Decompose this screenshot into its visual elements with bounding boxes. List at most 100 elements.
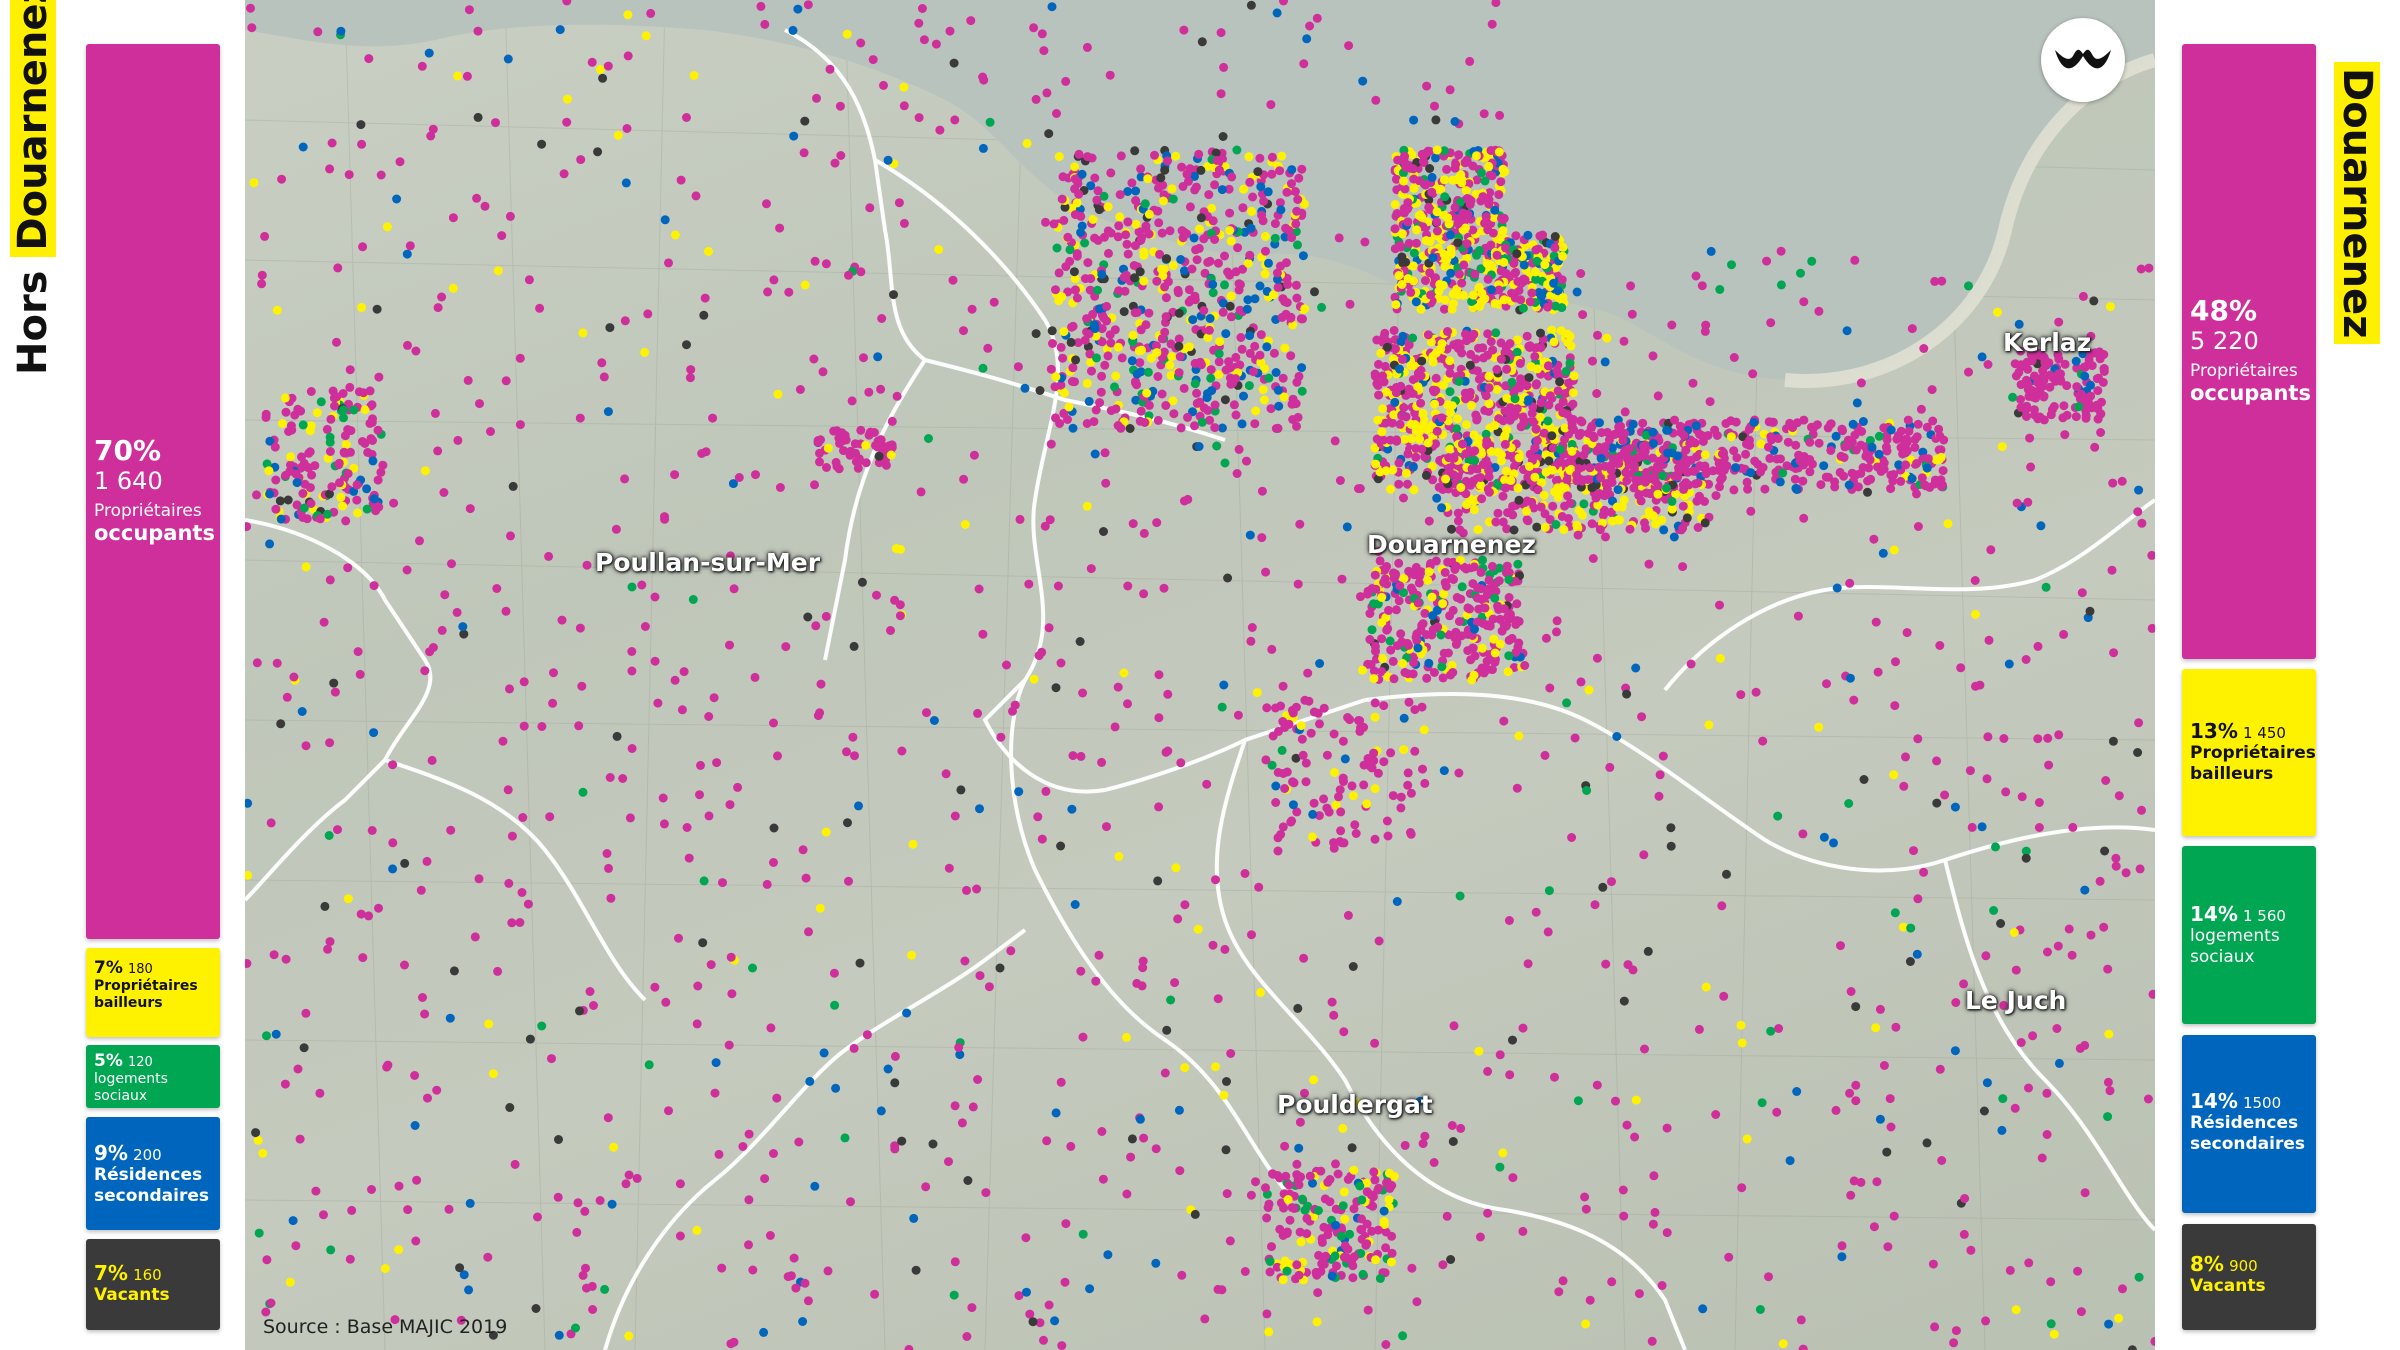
housing-dot: [1983, 732, 1993, 742]
housing-dot: [1037, 834, 1047, 844]
label: logements: [2190, 926, 2280, 946]
housing-dot: [1906, 923, 1916, 933]
housing-dot: [811, 621, 821, 631]
housing-dot: [879, 80, 888, 90]
housing-dot: [1657, 1281, 1667, 1290]
housing-dot: [336, 492, 346, 502]
housing-dot: [1044, 1300, 1054, 1310]
housing-dot: [935, 125, 945, 135]
housing-dot: [1082, 501, 1092, 511]
housing-dot: [1438, 1260, 1448, 1270]
housing-dot: [822, 463, 831, 472]
housing-dot: [836, 151, 846, 160]
housing-dot: [1592, 653, 1602, 663]
housing-dot: [330, 401, 339, 411]
housing-dot: [1256, 330, 1266, 340]
housing-dot: [1991, 842, 2000, 852]
housing-dot: [801, 873, 811, 883]
housing-dot: [1447, 1121, 1457, 1130]
housing-dot: [810, 480, 819, 490]
housing-dot: [2092, 374, 2102, 384]
housing-dot: [1488, 345, 1498, 355]
housing-dot: [1492, 365, 1502, 374]
housing-dot: [1457, 348, 1467, 358]
housing-dot: [453, 71, 463, 81]
housing-dot: [1630, 1132, 1640, 1142]
housing-dot: [299, 1043, 309, 1053]
housing-dot: [1277, 151, 1287, 161]
housing-dot: [1885, 1094, 1895, 1104]
housing-dot: [1502, 364, 1512, 374]
housing-dot: [1272, 8, 1282, 18]
housing-dot: [470, 932, 480, 942]
housing-dot: [1072, 198, 1082, 208]
housing-dot: [420, 666, 430, 676]
housing-dot: [1160, 327, 1170, 337]
housing-dot: [1338, 736, 1348, 746]
housing-dot: [1413, 598, 1423, 608]
housing-dot: [1450, 203, 1460, 213]
housing-dot: [1317, 1234, 1327, 1244]
housing-dot: [1160, 1068, 1170, 1078]
right-panel-title: Douarnenez: [2334, 62, 2380, 345]
housing-dot: [600, 1284, 610, 1294]
housing-dot: [1329, 729, 1339, 739]
housing-dot: [432, 1085, 442, 1095]
housing-dot: [1836, 941, 1845, 951]
housing-dot: [1716, 475, 1726, 485]
housing-dot: [1245, 250, 1255, 260]
housing-dot: [1875, 1004, 1885, 1014]
housing-dot: [1224, 363, 1234, 373]
housing-dot: [587, 57, 597, 67]
housing-dot: [582, 560, 592, 570]
housing-dot: [679, 667, 689, 677]
housing-dot: [325, 575, 335, 585]
housing-dot: [773, 751, 782, 761]
housing-dot: [1194, 149, 1204, 159]
housing-dot: [1420, 608, 1430, 618]
housing-dot: [306, 387, 316, 396]
housing-dot: [1576, 416, 1586, 426]
housing-dot: [1742, 1134, 1752, 1144]
housing-dot: [1558, 1276, 1568, 1286]
housing-dot: [369, 728, 379, 738]
housing-dot: [301, 741, 311, 751]
housing-dot: [1481, 212, 1491, 222]
map-area[interactable]: Douarnenez Kerlaz Poullan-sur-Mer Le Juc…: [245, 0, 2155, 1350]
housing-dot: [1544, 400, 1554, 410]
housing-dot: [1470, 624, 1479, 634]
housing-dot: [1166, 339, 1176, 349]
housing-dot: [1021, 1233, 1031, 1243]
housing-dot: [2101, 776, 2111, 785]
housing-dot: [1362, 1239, 1372, 1249]
housing-dot: [1592, 389, 1602, 398]
housing-dot: [1731, 417, 1741, 427]
housing-dot: [1441, 474, 1451, 484]
housing-dot: [1658, 471, 1668, 481]
housing-dot: [1590, 900, 1600, 910]
housing-dot: [1726, 432, 1736, 442]
housing-dot: [1905, 957, 1915, 966]
housing-dot: [1010, 700, 1020, 710]
housing-dot: [1596, 453, 1606, 463]
right-bar-occupants: 48% 5 220 Propriétaires occupants: [2182, 44, 2316, 659]
housing-dot: [2016, 395, 2025, 404]
housing-dot: [1387, 1257, 1396, 1267]
housing-dot: [2010, 1103, 2020, 1113]
housing-dot: [1395, 581, 1405, 591]
housing-dot: [1266, 404, 1276, 414]
housing-dot: [1309, 798, 1319, 808]
housing-dot: [873, 352, 883, 362]
housing-dot: [1349, 1165, 1359, 1175]
housing-dot: [405, 241, 415, 251]
housing-dot: [1461, 449, 1471, 459]
housing-dot: [1549, 278, 1559, 288]
housing-dot: [1306, 728, 1316, 738]
housing-dot: [2080, 371, 2090, 381]
housing-dot: [1349, 1252, 1359, 1262]
housing-dot: [1999, 734, 2009, 743]
housing-dot: [798, 1317, 808, 1326]
housing-dot: [353, 508, 363, 518]
housing-dot: [1909, 846, 1918, 856]
housing-dot: [1213, 258, 1223, 268]
